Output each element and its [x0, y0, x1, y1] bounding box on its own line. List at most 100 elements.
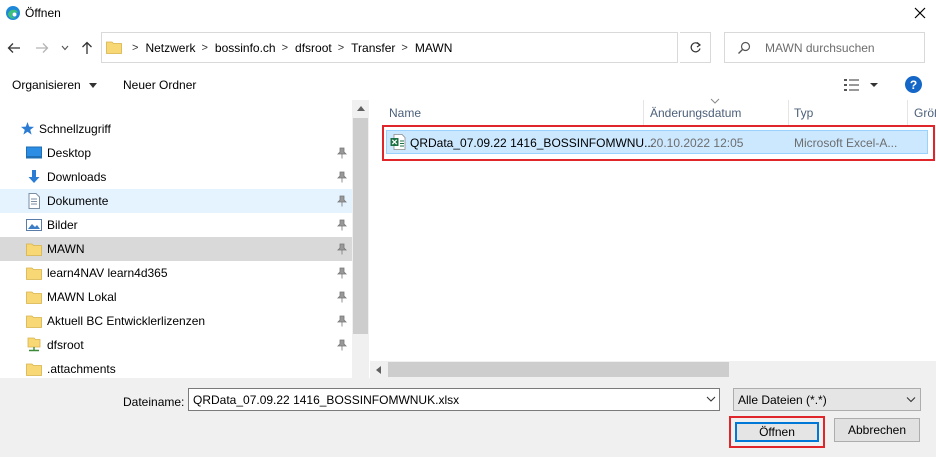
- close-icon: [914, 7, 926, 19]
- network-folder-icon: [27, 337, 41, 352]
- breadcrumb-item[interactable]: MAWN: [415, 41, 453, 55]
- command-bar: Organisieren Neuer Ordner: [0, 70, 936, 100]
- open-button[interactable]: Öffnen: [729, 416, 825, 448]
- new-folder-button[interactable]: Neuer Ordner: [123, 78, 196, 92]
- file-type-value: Alle Dateien (*.*): [738, 393, 827, 407]
- up-button[interactable]: [79, 40, 95, 56]
- table-row[interactable]: QRData_07.09.22 1416_BOSSINFOMWNU... 20.…: [386, 130, 928, 154]
- chevron-left-icon: [376, 365, 381, 374]
- sidebar-item-label: Bilder: [47, 218, 78, 232]
- column-name[interactable]: Name: [389, 106, 421, 120]
- desktop-icon: [26, 146, 42, 159]
- pin-icon: [337, 195, 347, 207]
- pin-icon: [337, 243, 347, 255]
- open-button-face[interactable]: Öffnen: [735, 422, 819, 442]
- column-size[interactable]: Größ: [914, 106, 936, 120]
- column-modified[interactable]: Änderungsdatum: [650, 106, 741, 120]
- new-folder-label: Neuer Ordner: [123, 78, 197, 92]
- column-divider[interactable]: [788, 100, 789, 126]
- folder-icon: [26, 291, 42, 304]
- scroll-up-button[interactable]: [352, 100, 369, 117]
- up-arrow-icon: [82, 41, 92, 54]
- chevron-down-icon: [906, 397, 916, 403]
- address-bar[interactable]: > Netzwerk > bossinfo.ch > dfsroot > Tra…: [101, 32, 770, 63]
- refresh-button[interactable]: [680, 32, 711, 63]
- sidebar-item-documents[interactable]: Dokumente: [0, 189, 352, 213]
- column-divider[interactable]: [907, 100, 908, 126]
- breadcrumb-item[interactable]: dfsroot: [295, 41, 332, 55]
- sidebar-item-dfsroot[interactable]: dfsroot: [0, 333, 352, 357]
- back-arrow-icon: [7, 43, 20, 53]
- star-icon: [20, 121, 35, 135]
- organize-label: Organisieren: [12, 78, 81, 92]
- pictures-icon: [26, 219, 42, 231]
- organize-menu[interactable]: Organisieren: [12, 78, 98, 92]
- caret-down-icon: [89, 83, 98, 89]
- file-list[interactable]: Name Änderungsdatum Typ Größ QRData_07.0…: [370, 98, 936, 378]
- sidebar-item-label: dfsroot: [47, 338, 84, 352]
- open-button-label: Öffnen: [759, 425, 795, 439]
- breadcrumb: > Netzwerk > bossinfo.ch > dfsroot > Tra…: [126, 33, 452, 62]
- title-bar: Öffnen: [0, 0, 936, 26]
- sidebar-item-desktop[interactable]: Desktop: [0, 141, 352, 165]
- change-view-button[interactable]: [843, 77, 883, 93]
- sidebar-item-label: Desktop: [47, 146, 92, 160]
- scroll-left-button[interactable]: [370, 361, 387, 378]
- sidebar-item-learn4nav[interactable]: learn4NAV learn4d365: [0, 261, 352, 285]
- chevron-down-icon: [61, 45, 69, 51]
- sort-indicator-icon: [710, 98, 720, 104]
- folder-icon: [26, 267, 42, 280]
- edge-icon: [6, 6, 20, 20]
- excel-file-icon: [390, 134, 406, 150]
- sidebar-item-pictures[interactable]: Bilder: [0, 213, 352, 237]
- sidebar-item-attachments[interactable]: .attachments: [0, 357, 352, 378]
- breadcrumb-item[interactable]: Transfer: [351, 41, 395, 55]
- search-icon: [738, 41, 751, 54]
- recent-locations-button[interactable]: [59, 40, 71, 56]
- document-icon: [28, 193, 40, 209]
- chevron-up-icon: [356, 106, 365, 111]
- sidebar-item-label: Aktuell BC Entwicklerlizenzen: [47, 314, 206, 328]
- quick-access-header[interactable]: Schnellzugriff: [0, 117, 352, 141]
- file-type-select[interactable]: Alle Dateien (*.*): [733, 388, 921, 411]
- sidebar-item-label: MAWN: [47, 242, 85, 256]
- folder-icon: [26, 315, 42, 328]
- search-placeholder: MAWN durchsuchen: [765, 41, 875, 55]
- folder-icon: [26, 363, 42, 376]
- breadcrumb-item[interactable]: bossinfo.ch: [215, 41, 276, 55]
- scrollbar-thumb[interactable]: [388, 362, 729, 377]
- sidebar-item-mawn[interactable]: MAWN: [0, 237, 352, 261]
- back-button[interactable]: [6, 40, 22, 56]
- column-divider[interactable]: [643, 100, 644, 126]
- filename-field[interactable]: [188, 388, 720, 411]
- column-type[interactable]: Typ: [794, 106, 813, 120]
- pin-icon: [337, 219, 347, 231]
- file-list-scrollbar[interactable]: [370, 361, 936, 378]
- breadcrumb-separator: >: [281, 41, 289, 54]
- pin-icon: [337, 339, 347, 351]
- scrollbar-thumb[interactable]: [353, 118, 368, 334]
- cancel-button-label: Abbrechen: [847, 423, 907, 437]
- sidebar-item-downloads[interactable]: Downloads: [0, 165, 352, 189]
- sidebar-item-bc-lizenzen[interactable]: Aktuell BC Entwicklerlizenzen: [0, 309, 352, 333]
- close-button[interactable]: [904, 0, 936, 26]
- sidebar-item-label: MAWN Lokal: [47, 290, 117, 304]
- forward-arrow-icon: [36, 43, 49, 53]
- forward-button[interactable]: [34, 40, 50, 56]
- file-modified: 20.10.2022 12:05: [650, 136, 744, 150]
- sidebar-item-mawn-lokal[interactable]: MAWN Lokal: [0, 285, 352, 309]
- view-details-icon: [844, 79, 878, 91]
- folder-icon: [106, 41, 122, 54]
- pin-icon: [337, 315, 347, 327]
- breadcrumb-separator: >: [132, 41, 139, 54]
- pin-icon: [337, 291, 347, 303]
- help-button[interactable]: ?: [905, 76, 922, 93]
- refresh-icon: [690, 42, 701, 53]
- cancel-button[interactable]: Abbrechen: [834, 418, 920, 442]
- window-title: Öffnen: [25, 6, 61, 20]
- breadcrumb-item[interactable]: Netzwerk: [145, 41, 195, 55]
- navigation-scrollbar[interactable]: [352, 100, 369, 378]
- filename-label: Dateiname:: [123, 395, 185, 409]
- pin-icon: [337, 147, 347, 159]
- search-input[interactable]: MAWN durchsuchen: [724, 32, 925, 63]
